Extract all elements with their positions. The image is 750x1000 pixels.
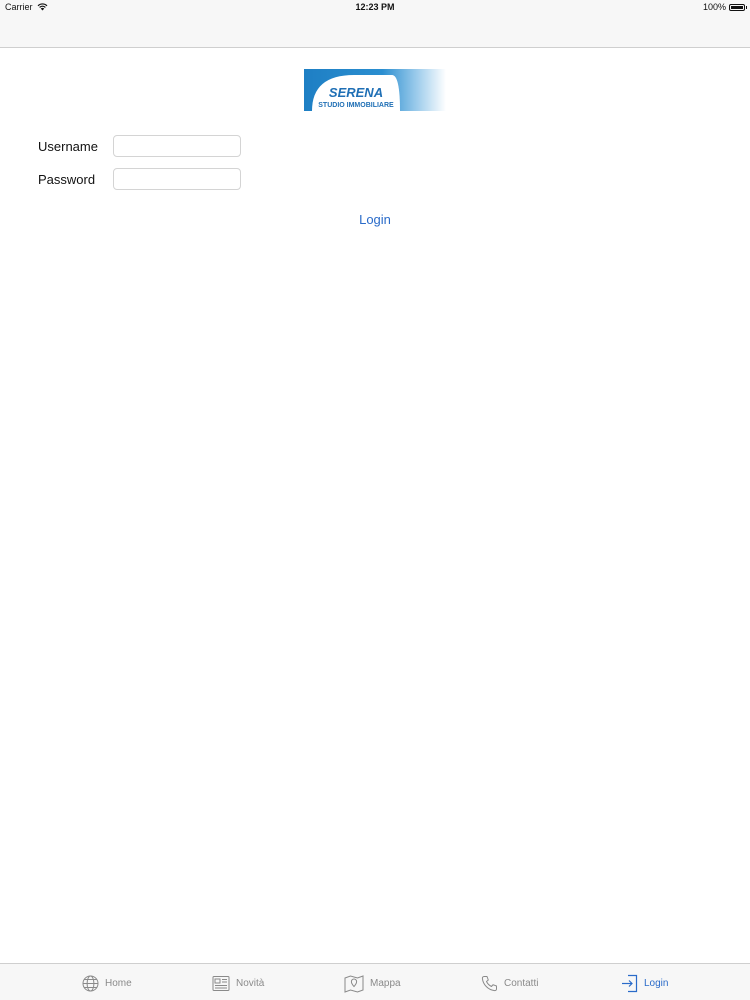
map-icon xyxy=(344,974,364,993)
tab-contatti[interactable]: Contatti xyxy=(481,972,538,994)
username-input[interactable] xyxy=(113,135,241,157)
username-label: Username xyxy=(38,138,98,154)
tab-contatti-label: Contatti xyxy=(504,977,539,989)
tab-novita[interactable]: Novità xyxy=(212,972,264,994)
logo-subtitle: STUDIO IMMOBILIARE xyxy=(318,102,394,109)
status-bar: Carrier 12:23 PM 100% xyxy=(0,0,750,14)
serena-logo: SERENA STUDIO IMMOBILIARE xyxy=(304,69,446,111)
logo-title: SERENA xyxy=(329,85,383,100)
screen: Carrier 12:23 PM 100% SERENA STUDIO IMMO… xyxy=(0,0,750,1000)
tab-login-label: Login xyxy=(644,977,669,989)
tab-bar: Home Novità Mappa Contatti Login xyxy=(0,963,750,1000)
login-button[interactable]: Login xyxy=(0,212,750,227)
tab-mappa-label: Mappa xyxy=(370,977,401,989)
status-time: 12:23 PM xyxy=(355,2,395,12)
battery-percentage: 100% xyxy=(702,2,726,12)
login-icon xyxy=(622,974,638,992)
globe-icon xyxy=(82,975,99,991)
newspaper-icon xyxy=(212,975,230,991)
status-right: 100% xyxy=(702,0,747,14)
tab-mappa[interactable]: Mappa xyxy=(344,972,401,994)
tab-home-label: Home xyxy=(105,977,132,989)
password-input[interactable] xyxy=(113,168,241,190)
battery-icon xyxy=(729,3,747,11)
tab-novita-label: Novità xyxy=(236,977,265,989)
tab-home[interactable]: Home xyxy=(82,972,132,994)
username-row: Username xyxy=(38,135,241,157)
password-row: Password xyxy=(38,168,241,190)
phone-icon xyxy=(481,975,497,991)
tab-login[interactable]: Login xyxy=(621,972,668,994)
password-label: Password xyxy=(38,171,96,187)
navigation-bar xyxy=(0,14,750,48)
